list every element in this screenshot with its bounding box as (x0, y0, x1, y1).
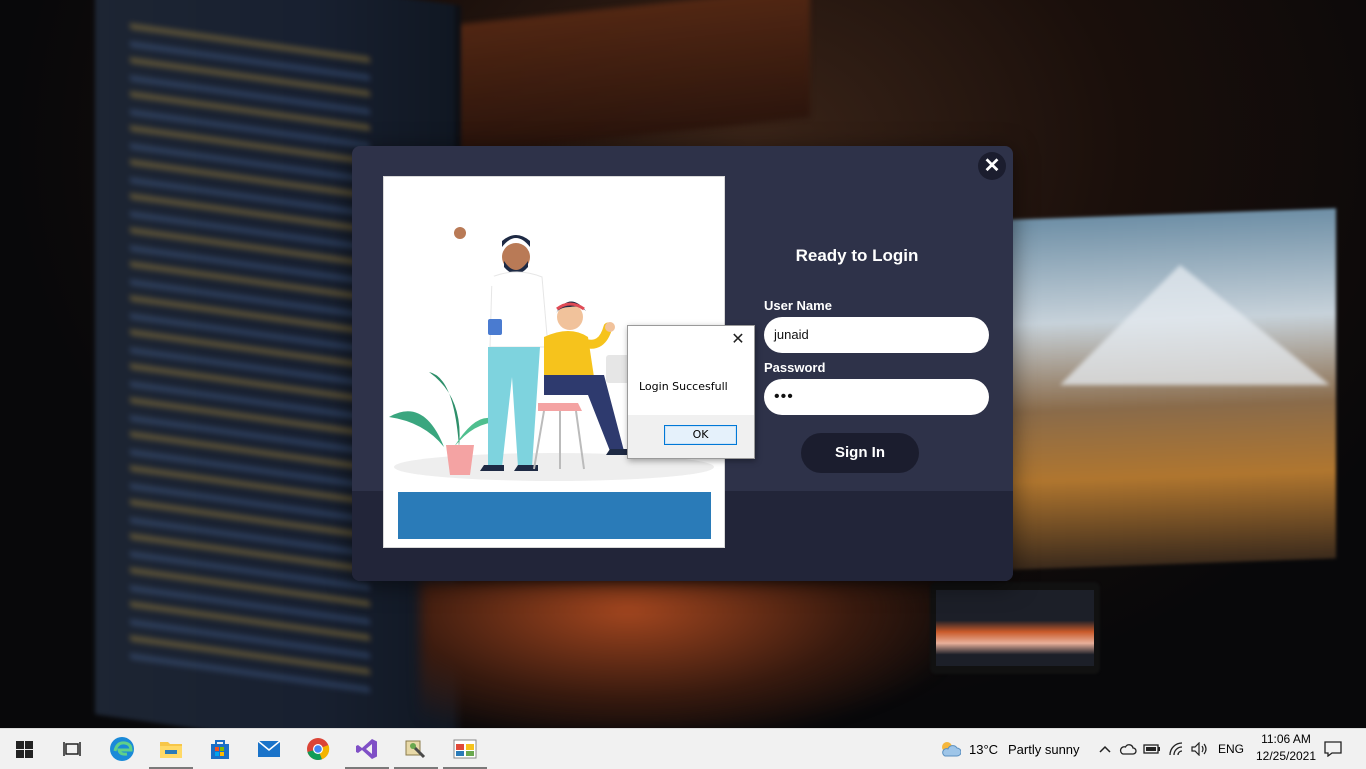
mail-icon (257, 740, 281, 757)
background-desk-glow (420, 580, 940, 728)
start-button[interactable] (0, 729, 48, 769)
taskbar-chrome[interactable] (294, 729, 342, 769)
close-button[interactable]: ✕ (978, 152, 1006, 180)
taskbar-visual-studio[interactable] (343, 729, 391, 769)
chevron-up-icon[interactable] (1096, 739, 1114, 759)
task-view-icon (63, 742, 81, 756)
volume-icon[interactable] (1191, 739, 1209, 759)
message-box-body: ✕ Login Succesfull (628, 326, 754, 415)
taskbar-store[interactable] (196, 729, 244, 769)
notification-icon[interactable] (1323, 738, 1343, 760)
visual-studio-icon (356, 739, 377, 759)
sign-in-button[interactable]: Sign In (801, 433, 919, 473)
background-mountain (1060, 265, 1330, 385)
taskbar-mail[interactable] (245, 729, 293, 769)
username-input[interactable]: junaid (764, 317, 989, 353)
taskbar: 13°C Partly sunny ENG 11:06 AM 12/25/202… (0, 728, 1366, 769)
task-view-button[interactable] (48, 729, 96, 769)
battery-icon[interactable] (1143, 739, 1161, 759)
weather-condition[interactable]: Partly sunny (1008, 742, 1080, 757)
edge-icon (110, 737, 134, 761)
wifi-icon[interactable] (1168, 739, 1186, 759)
taskbar-window-app[interactable] (441, 729, 489, 769)
store-icon (211, 740, 229, 759)
folder-icon (160, 742, 182, 758)
taskbar-file-explorer[interactable] (147, 729, 195, 769)
background-code-screen (130, 23, 370, 697)
tool-app-icon (405, 740, 426, 759)
clock-date[interactable]: 12/25/2021 (1250, 749, 1322, 763)
username-label: User Name (764, 298, 832, 313)
windows-logo-icon (15, 740, 33, 758)
taskbar-tool-app[interactable] (392, 729, 440, 769)
clock-time[interactable]: 11:06 AM (1254, 732, 1318, 746)
ok-button[interactable]: OK (664, 425, 737, 445)
weather-icon[interactable] (938, 739, 962, 759)
password-input[interactable]: ••• (764, 379, 989, 415)
taskbar-edge[interactable] (98, 729, 146, 769)
onedrive-cloud-icon[interactable] (1119, 739, 1137, 759)
weather-temperature[interactable]: 13°C (969, 742, 998, 757)
background-monitor-right (1010, 208, 1336, 570)
message-box-close-button[interactable]: ✕ (728, 330, 748, 350)
language-indicator[interactable]: ENG (1218, 742, 1244, 756)
message-box-dialog: ✕ Login Succesfull OK (627, 325, 755, 459)
chrome-icon (307, 738, 330, 761)
login-title: Ready to Login (795, 246, 919, 265)
window-app-icon (453, 739, 477, 759)
illustration-blue-banner (398, 492, 711, 539)
password-label: Password (764, 360, 826, 375)
message-box-text: Login Succesfull (639, 380, 728, 393)
background-phone-screen (936, 590, 1094, 666)
